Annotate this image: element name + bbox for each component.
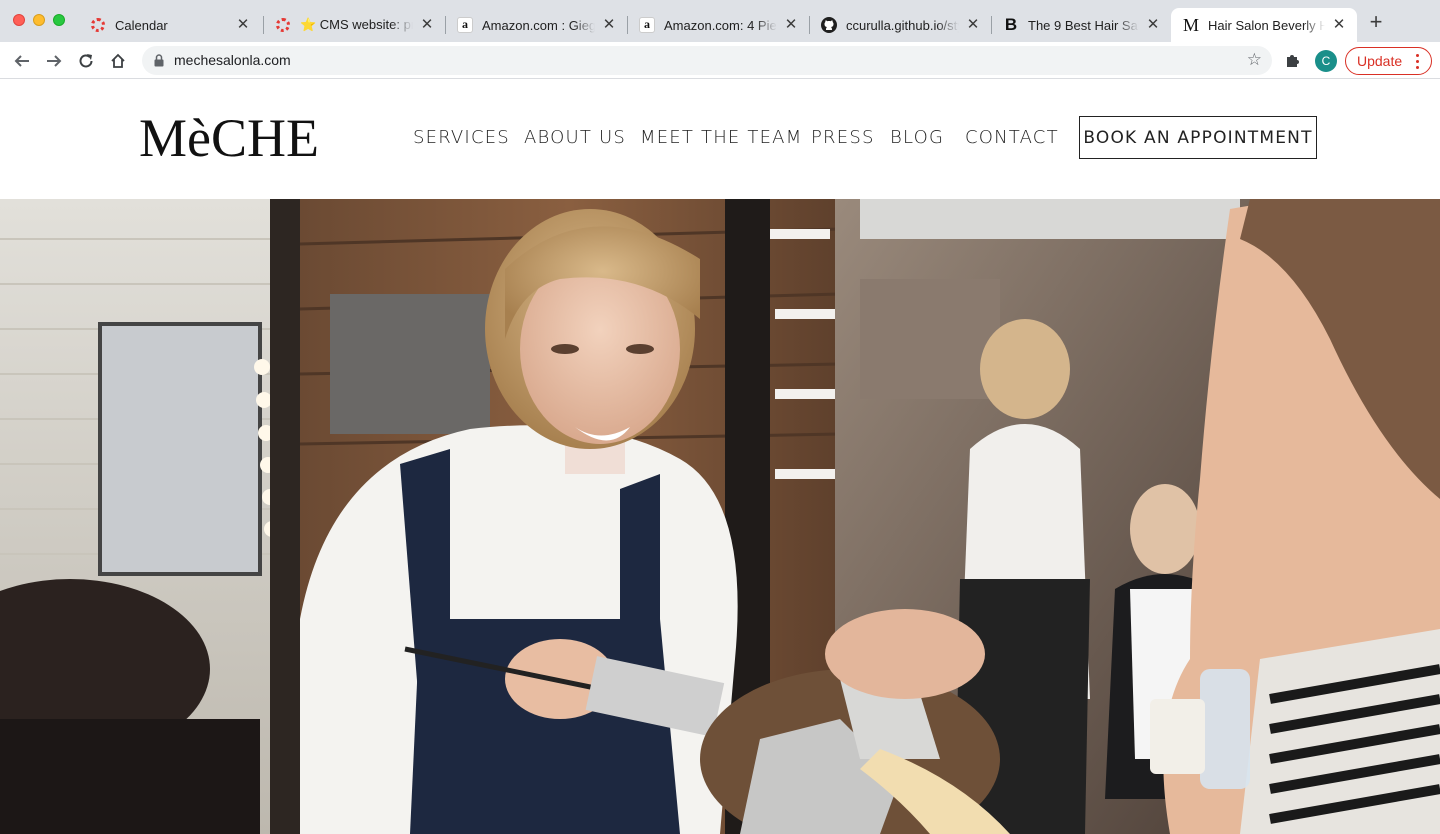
tab-title: ⭐ CMS website: pro — [300, 17, 413, 33]
tab-title: Hair Salon Beverly Hi — [1208, 17, 1325, 33]
close-tab-icon[interactable]: ✕ — [1331, 17, 1347, 33]
close-tab-icon[interactable]: ✕ — [1145, 17, 1161, 33]
ring-icon — [275, 17, 291, 33]
tab-best-hair-salon[interactable]: B The 9 Best Hair Salo ✕ — [991, 8, 1171, 42]
lock-icon — [154, 54, 164, 72]
site-header: MèCHE SERVICES ABOUT US MEET THE TEAM PR… — [0, 80, 1440, 199]
url-text: mechesalonla.com — [174, 52, 291, 68]
amazon-icon: a — [639, 17, 655, 33]
maximize-window-button[interactable] — [53, 14, 65, 26]
close-tab-icon[interactable]: ✕ — [965, 17, 981, 33]
forward-arrow-icon[interactable] — [43, 50, 65, 72]
tab-title: The 9 Best Hair Salo — [1028, 17, 1139, 33]
browser-toolbar: mechesalonla.com ☆ C Update — [0, 42, 1440, 79]
amazon-icon: a — [457, 17, 473, 33]
update-button[interactable]: Update — [1345, 47, 1432, 75]
update-label: Update — [1357, 53, 1403, 69]
extensions-puzzle-icon[interactable] — [1284, 51, 1304, 71]
close-tab-icon[interactable]: ✕ — [601, 17, 617, 33]
close-tab-icon[interactable]: ✕ — [419, 17, 435, 33]
back-arrow-icon[interactable] — [11, 50, 33, 72]
tab-title: Calendar — [115, 17, 229, 33]
close-window-button[interactable] — [13, 14, 25, 26]
nav-contact-link[interactable]: CONTACT — [965, 127, 1059, 148]
profile-avatar[interactable]: C — [1315, 50, 1337, 72]
tab-hair-salon-beverly-hills[interactable]: M Hair Salon Beverly Hi ✕ — [1171, 8, 1357, 42]
close-tab-icon[interactable]: ✕ — [235, 17, 251, 33]
browser-tab-bar: Calendar ✕ ⭐ CMS website: pro ✕ a Amazon… — [0, 0, 1440, 42]
new-tab-icon[interactable]: + — [1366, 11, 1386, 33]
close-tab-icon[interactable]: ✕ — [783, 17, 799, 33]
b-icon: B — [1004, 15, 1018, 34]
home-icon[interactable] — [107, 50, 129, 72]
nav-team-link[interactable]: MEET THE TEAM — [640, 127, 802, 148]
tab-calendar[interactable]: Calendar ✕ — [78, 8, 261, 42]
tab-title: Amazon.com : Giegx — [482, 17, 595, 33]
tab-cms-website[interactable]: ⭐ CMS website: pro ✕ — [263, 8, 445, 42]
tab-github[interactable]: ccurulla.github.io/sty ✕ — [809, 8, 991, 42]
salon-photo — [0, 199, 1440, 834]
calendar-icon — [90, 17, 106, 33]
minimize-window-button[interactable] — [33, 14, 45, 26]
bookmark-star-icon[interactable]: ☆ — [1247, 50, 1262, 70]
address-bar[interactable]: mechesalonla.com ☆ — [142, 46, 1272, 75]
nav-press-link[interactable]: PRESS — [811, 127, 875, 148]
reload-icon[interactable] — [75, 50, 97, 72]
tab-amazon-4-piece[interactable]: a Amazon.com: 4 Piece ✕ — [627, 8, 809, 42]
nav-about-link[interactable]: ABOUT US — [524, 127, 626, 148]
tab-amazon-giegx[interactable]: a Amazon.com : Giegx ✕ — [445, 8, 627, 42]
tab-title: Amazon.com: 4 Piece — [664, 17, 777, 33]
nav-blog-link[interactable]: BLOG — [890, 127, 944, 148]
github-icon — [821, 17, 837, 33]
tab-title: ccurulla.github.io/sty — [846, 17, 959, 33]
m-icon: M — [1183, 14, 1200, 35]
nav-services-link[interactable]: SERVICES — [413, 127, 510, 148]
book-appointment-button[interactable]: BOOK AN APPOINTMENT — [1079, 116, 1317, 159]
more-menu-icon[interactable] — [1416, 52, 1419, 70]
site-logo[interactable]: MèCHE — [139, 108, 319, 168]
hero-image — [0, 199, 1440, 834]
